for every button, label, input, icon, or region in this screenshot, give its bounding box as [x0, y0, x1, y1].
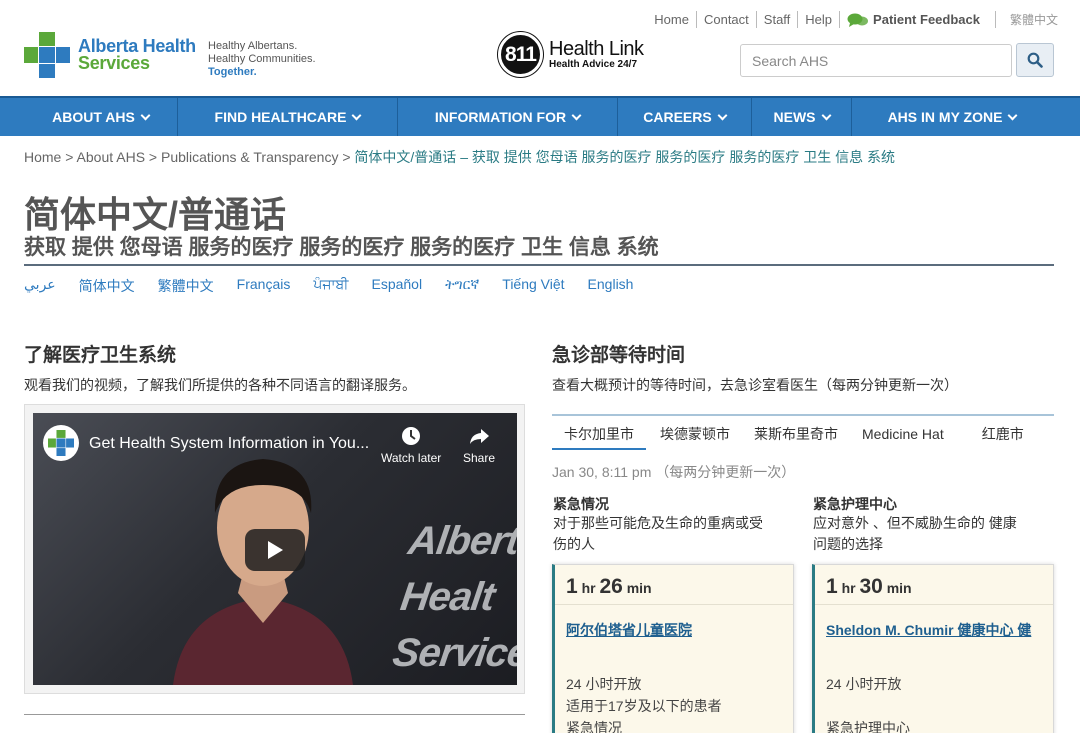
tab-calgary[interactable]: 卡尔加里市	[552, 424, 646, 450]
tab-medicine-hat[interactable]: Medicine Hat	[850, 424, 956, 450]
breadcrumb-publications[interactable]: Publications & Transparency	[161, 149, 338, 165]
title-divider	[24, 264, 1054, 266]
lang-punjabi[interactable]: ਪੰਜਾਬੀ	[313, 276, 348, 296]
wait-time: 1 hr 26 min	[566, 575, 652, 598]
nav-about-ahs[interactable]: ABOUT AHS	[24, 98, 178, 136]
chevron-down-icon	[717, 110, 728, 120]
nav-careers[interactable]: CAREERS	[618, 98, 752, 136]
video-player[interactable]: Alberta Healt Services Get Health System…	[33, 413, 517, 685]
emergency-desc: 对于那些可能危及生命的重病或受 伤的人	[553, 515, 763, 552]
breadcrumb: Home > About AHS > Publications & Transp…	[24, 149, 895, 165]
search-icon	[1027, 52, 1043, 68]
update-timestamp: Jan 30, 8:11 pm （每两分钟更新一次）	[552, 464, 796, 480]
patient-feedback-label: Patient Feedback	[873, 12, 980, 27]
urgent-care-desc: 应对意外 、但不威胁生命的 健康 问题的选择	[813, 515, 1017, 552]
logo-text: Alberta Health Services	[78, 36, 196, 73]
card-divider	[815, 604, 1053, 605]
facility-info: 24 小时开放 适用于17岁及以下的患者 紧急情况	[566, 676, 722, 733]
chat-bubbles-icon	[847, 13, 869, 27]
watermark-logo: Alberta Healt Services	[390, 519, 517, 675]
play-icon	[268, 541, 283, 559]
nav-news[interactable]: NEWS	[752, 98, 852, 136]
watch-later-button[interactable]: Watch later	[381, 425, 441, 465]
share-arrow-icon	[470, 429, 490, 444]
language-links: عربي 简体中文 繁體中文 Français ਪੰਜਾਬੀ Español ት…	[24, 276, 656, 296]
share-button[interactable]: Share	[463, 425, 495, 465]
tab-lethbridge[interactable]: 莱斯布里奇市	[742, 424, 850, 450]
facility-link[interactable]: Sheldon M. Chumir 健康中心 健	[826, 620, 1031, 640]
er-wait-text: 查看大概预计的等待时间，去急诊室看医生（每两分钟更新一次）	[552, 377, 958, 393]
health-system-heading: 了解医疗卫生系统	[24, 345, 177, 366]
tagline: Healthy Albertans. Healthy Communities. …	[208, 40, 316, 78]
city-tabs: 卡尔加里市 埃德蒙顿市 莱斯布里奇市 Medicine Hat 红鹿市	[552, 414, 1054, 450]
left-divider	[24, 714, 525, 715]
facility-link[interactable]: 阿尔伯塔省儿童医院	[566, 620, 692, 640]
health-link-subtitle: Health Advice 24/7	[549, 59, 638, 70]
patient-feedback-link[interactable]: Patient Feedback	[839, 11, 987, 28]
tab-edmonton[interactable]: 埃德蒙顿市	[648, 424, 742, 450]
contact-link[interactable]: Contact	[695, 11, 756, 28]
wait-card-childrens-hospital[interactable]: 1 hr 26 min 阿尔伯塔省儿童医院 24 小时开放 适用于17岁及以下的…	[552, 564, 794, 733]
breadcrumb-home[interactable]: Home	[24, 149, 61, 165]
tab-red-deer[interactable]: 红鹿市	[970, 424, 1036, 450]
ahs-logo[interactable]: Alberta Health Services	[24, 32, 196, 78]
search-input[interactable]	[740, 44, 1012, 77]
chevron-down-icon	[821, 110, 831, 120]
lang-traditional-chinese[interactable]: 繁體中文	[158, 276, 214, 296]
video-title[interactable]: Get Health System Information in You...	[89, 435, 369, 453]
health-link-number: 811	[498, 32, 543, 77]
chevron-down-icon	[571, 110, 582, 120]
staff-link[interactable]: Staff	[755, 11, 798, 28]
lang-tigrinya[interactable]: ትግርኛ	[445, 276, 479, 296]
lang-english[interactable]: English	[588, 276, 634, 296]
er-wait-heading: 急诊部等待时间	[552, 345, 686, 366]
chevron-down-icon	[1007, 110, 1018, 120]
lang-french[interactable]: Français	[237, 276, 291, 296]
nav-find-healthcare[interactable]: FIND HEALTHCARE	[178, 98, 398, 136]
breadcrumb-about[interactable]: About AHS	[77, 149, 146, 165]
traditional-chinese-link[interactable]: 繁體中文	[994, 11, 1058, 28]
breadcrumb-current: 简体中文/普通话 – 获取 提供 您母语 服务的医疗 服务的医疗 服务的医疗 卫…	[354, 149, 895, 165]
lang-arabic[interactable]: عربي	[24, 276, 56, 296]
home-link[interactable]: Home	[647, 11, 696, 28]
urgent-care-heading: 紧急护理中心	[813, 496, 897, 512]
wait-card-sheldon-chumir[interactable]: 1 hr 30 min Sheldon M. Chumir 健康中心 健 24 …	[812, 564, 1054, 733]
search-button[interactable]	[1016, 43, 1054, 77]
card-divider	[555, 604, 793, 605]
wait-time: 1 hr 30 min	[826, 575, 912, 598]
video-container: Alberta Healt Services Get Health System…	[24, 404, 525, 694]
utility-bar: Home Contact Staff Help Patient Feedback…	[647, 11, 1058, 28]
page-subtitle: 获取 提供 您母语 服务的医疗 服务的医疗 服务的医疗 卫生 信息 系统	[24, 236, 659, 259]
help-link[interactable]: Help	[797, 11, 839, 28]
chevron-down-icon	[140, 110, 151, 120]
emergency-heading: 紧急情况	[553, 496, 609, 512]
facility-info: 24 小时开放 紧急护理中心	[826, 676, 910, 733]
channel-avatar[interactable]	[43, 425, 79, 461]
lang-spanish[interactable]: Español	[371, 276, 422, 296]
page-title: 简体中文/普通话	[24, 194, 287, 235]
health-link-811[interactable]: 811 Health Link Health Advice 24/7	[498, 32, 644, 77]
health-link-title: Health Link	[549, 38, 644, 60]
ahs-cross-logo-icon	[24, 32, 70, 78]
chevron-down-icon	[352, 110, 362, 120]
play-button[interactable]	[245, 529, 305, 571]
nav-information-for[interactable]: INFORMATION FOR	[398, 98, 618, 136]
main-nav: ABOUT AHS FIND HEALTHCARE INFORMATION FO…	[0, 96, 1080, 136]
lang-vietnamese[interactable]: Tiếng Việt	[502, 276, 564, 296]
ahs-cross-logo-icon	[48, 430, 74, 456]
lang-simplified-chinese[interactable]: 简体中文	[79, 276, 135, 296]
nav-ahs-in-my-zone[interactable]: AHS IN MY ZONE	[852, 98, 1052, 136]
clock-icon	[402, 427, 421, 445]
health-system-text: 观看我们的视频，了解我们所提供的各种不同语言的翻译服务。	[24, 377, 416, 393]
